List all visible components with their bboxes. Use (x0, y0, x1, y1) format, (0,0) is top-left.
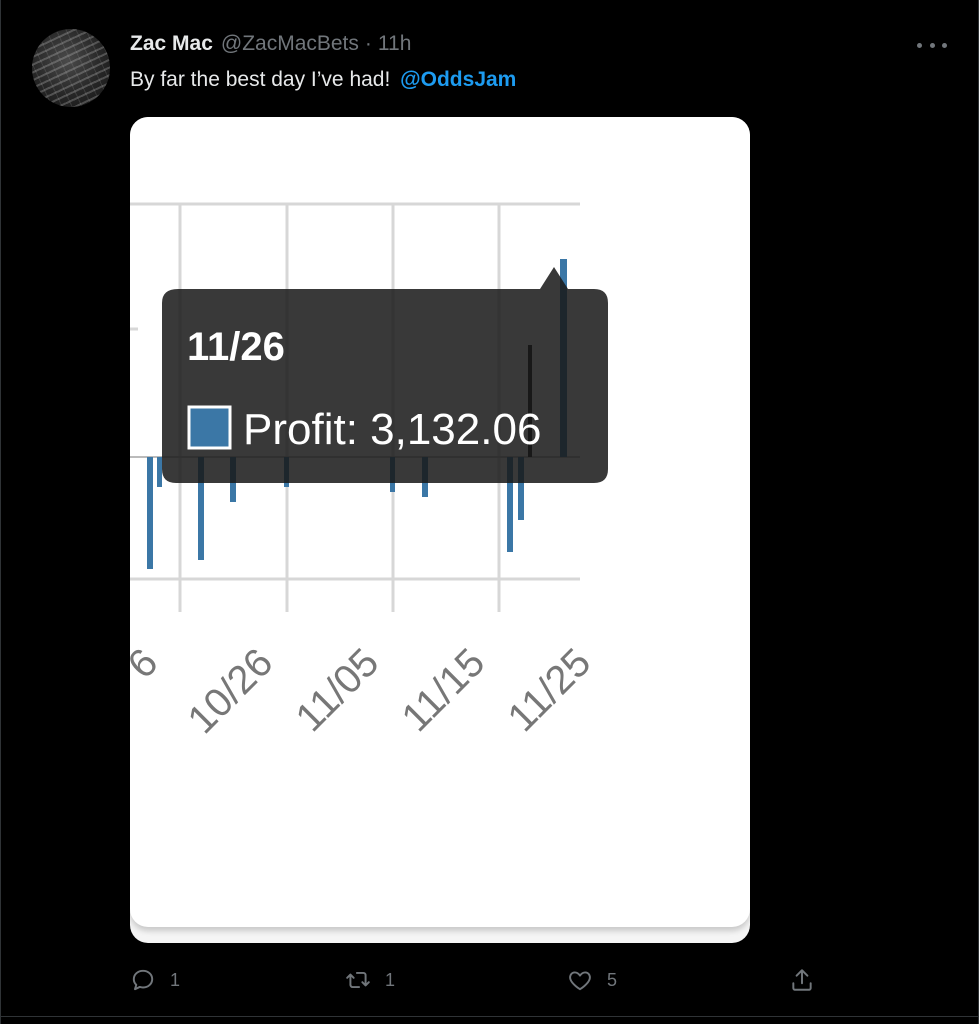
chart-tooltip: 11/26 Profit: 3,132.06 (162, 267, 608, 483)
tweet-actions: 1 1 5 (130, 962, 820, 998)
separator-dot: · (364, 32, 372, 55)
retweet-icon (346, 971, 370, 989)
tooltip-date: 11/26 (187, 325, 285, 369)
series-swatch (187, 405, 232, 450)
chart-bar (157, 457, 162, 487)
reply-button[interactable]: 1 (130, 962, 180, 998)
like-count: 5 (607, 969, 618, 990)
chart-bar (147, 457, 153, 569)
tweet-body: By far the best day I’ve had! (130, 68, 391, 91)
heart-icon (569, 971, 591, 991)
x-tick-label: 11/05 (288, 640, 388, 740)
ellipsis-icon (917, 42, 922, 48)
like-button[interactable]: 5 (567, 962, 617, 998)
tweet-text: By far the best day I’ve had! @OddsJam (130, 68, 516, 92)
more-options-button[interactable] (917, 36, 947, 54)
reply-count: 1 (170, 969, 181, 990)
x-tick-label: 6 (130, 640, 166, 687)
tweet-header: Zac Mac @ZacMacBets · 11h (130, 32, 411, 58)
retweet-button[interactable]: 1 (345, 962, 395, 998)
avatar[interactable] (32, 29, 110, 107)
tweet: Zac Mac @ZacMacBets · 11h By far the bes… (0, 0, 979, 1024)
tweet-media[interactable]: 11/26 Profit: 3,132.06 6 10/26 11/05 11/… (130, 117, 750, 943)
author-handle[interactable]: @ZacMacBets (221, 32, 359, 56)
mention-link[interactable]: @OddsJam (400, 68, 516, 91)
profit-chart: 11/26 Profit: 3,132.06 6 10/26 11/05 11/… (130, 202, 608, 742)
ellipsis-icon (942, 42, 947, 48)
x-tick-label: 10/26 (179, 640, 281, 742)
author-name[interactable]: Zac Mac (130, 32, 213, 56)
reply-icon (132, 969, 154, 991)
timestamp[interactable]: 11h (378, 32, 411, 56)
x-tick-label: 11/25 (500, 640, 600, 740)
share-icon (792, 969, 812, 991)
share-button[interactable] (789, 962, 815, 998)
chart-photo[interactable]: 11/26 Profit: 3,132.06 6 10/26 11/05 11/… (130, 117, 750, 927)
avatar-pattern (32, 29, 110, 107)
x-tick-label: 11/15 (394, 640, 494, 740)
retweet-count: 1 (385, 969, 396, 990)
ellipsis-icon (929, 42, 935, 48)
divider (1, 1016, 979, 1017)
tooltip-value: Profit: 3,132.06 (243, 405, 541, 454)
